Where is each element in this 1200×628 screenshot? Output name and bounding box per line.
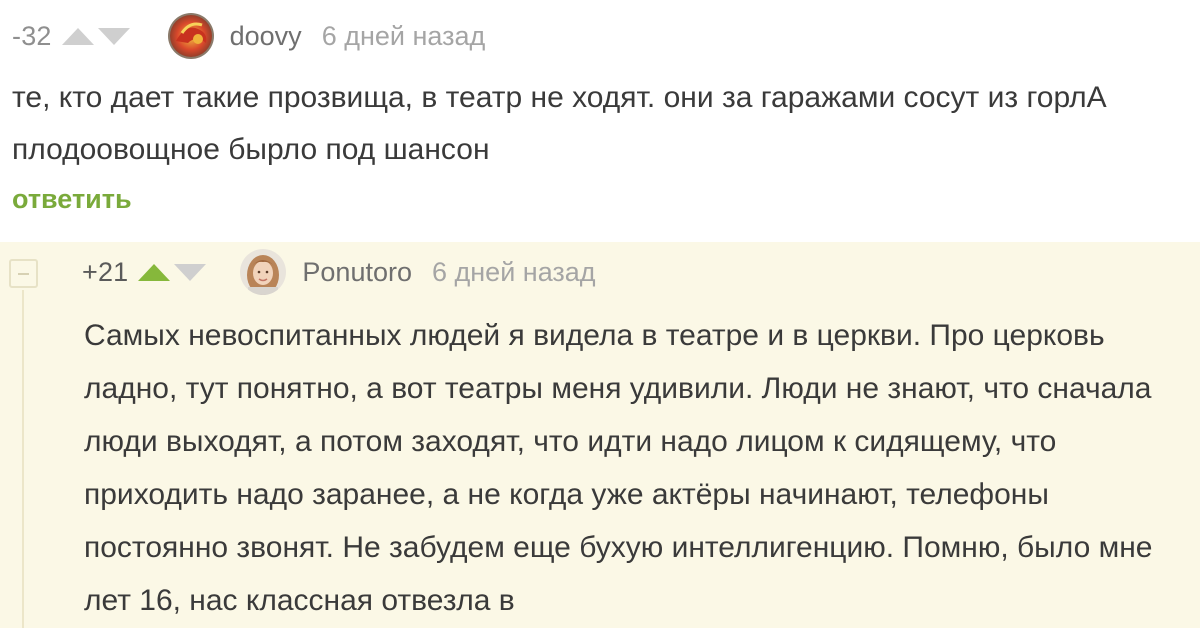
downvote-icon[interactable] [97,27,130,45]
comment-header: -32 doovy 6 дней назад [12,13,486,59]
collapse-icon[interactable] [9,259,38,288]
comments-page: -32 doovy 6 дней назад те, кто дает таки… [0,0,1200,628]
comment-header: +21 Ponutoro 6 дней назад [82,249,596,295]
avatar[interactable] [167,13,214,59]
comment-text: те, кто дает такие прозвища, в театр не … [12,81,1107,166]
upvote-icon[interactable] [61,27,94,45]
nested-comment: +21 Ponutoro 6 дней назад Самых невоспит… [0,242,1200,628]
thread-line[interactable] [22,290,24,628]
username[interactable]: doovy [230,21,302,52]
upvote-icon[interactable] [138,263,171,281]
downvote-icon[interactable] [174,263,207,281]
avatar[interactable] [240,249,287,295]
comment-text: Самых невоспитанных людей я видела в теа… [84,319,1153,617]
comment: -32 doovy 6 дней назад те, кто дает таки… [0,0,1200,242]
comment-rating: +21 [82,256,129,287]
reply-link[interactable]: ответить [12,184,132,215]
timestamp: 6 дней назад [321,20,486,51]
comment-rating: -32 [12,20,52,51]
timestamp: 6 дней назад [432,256,596,287]
username[interactable]: Ponutoro [302,257,412,288]
